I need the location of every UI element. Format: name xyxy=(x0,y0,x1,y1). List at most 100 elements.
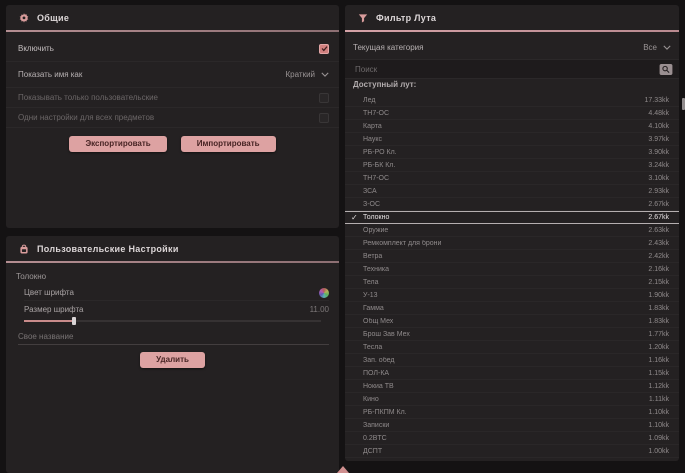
font-size-slider[interactable] xyxy=(24,317,321,325)
show-name-label: Показать имя как xyxy=(18,70,286,79)
loot-item-name: Тела xyxy=(363,279,648,286)
check-icon xyxy=(321,45,328,52)
backpack-icon xyxy=(18,243,30,255)
loot-row[interactable]: Техника2.16kk xyxy=(345,263,679,276)
loot-item-name: ТН7-ОС xyxy=(363,175,648,182)
loot-row[interactable]: Общ Мех1.83kk xyxy=(345,315,679,328)
slider-handle[interactable] xyxy=(72,317,76,325)
loot-item-name: Ветра xyxy=(363,253,648,260)
loot-item-value: 3.90kk xyxy=(648,149,669,156)
loot-row[interactable]: Ветра2.42kk xyxy=(345,250,679,263)
loot-row[interactable]: Лед17.33kk xyxy=(345,94,679,107)
loot-row[interactable]: Тела2.15kk xyxy=(345,276,679,289)
panel-custom-settings: Пользовательские Настройки Толокно Цвет … xyxy=(6,236,339,473)
setting-row-same-settings: Одни настройки для всех предметов xyxy=(6,108,339,128)
loot-item-name: ДСПТ xyxy=(363,448,648,455)
loot-row[interactable]: Оружие2.63kk xyxy=(345,224,679,237)
loot-row[interactable]: ТН7-ОС4.48kk xyxy=(345,107,679,120)
loot-row[interactable]: Кино1.11kk xyxy=(345,393,679,406)
loot-row[interactable]: У-131.90kk xyxy=(345,289,679,302)
loot-item-name: РБ-БК Кл. xyxy=(363,162,648,169)
loot-item-name: Наукс xyxy=(363,136,648,143)
loot-item-value: 1.83kk xyxy=(648,318,669,325)
loot-item-name: Техника xyxy=(363,266,648,273)
category-dropdown[interactable]: Все xyxy=(643,43,671,52)
loot-row[interactable]: Гамма1.83kk xyxy=(345,302,679,315)
loot-item-value: 2.16kk xyxy=(648,266,669,273)
loot-item-name: Толокно xyxy=(363,214,648,221)
slider-fill xyxy=(24,320,72,322)
loot-item-name: ТН7-ОС xyxy=(363,110,648,117)
delete-button[interactable]: Удалить xyxy=(140,352,205,368)
setting-row-only-custom: Показывать только пользовательские xyxy=(6,88,339,108)
loot-item-value: 17.33kk xyxy=(644,97,669,104)
only-custom-checkbox[interactable] xyxy=(319,93,329,103)
loot-item-name: РБ-ПКПМ Кл. xyxy=(363,409,648,416)
loot-item-value: 1.12kk xyxy=(648,383,669,390)
category-value: Все xyxy=(643,43,657,52)
loot-row[interactable]: Наукс3.97kk xyxy=(345,133,679,146)
loot-item-name: Брош Зав Мех xyxy=(363,331,648,338)
loot-row[interactable]: Нокиа ТВ1.12kk xyxy=(345,380,679,393)
category-label: Текущая категория xyxy=(353,43,643,52)
loot-row[interactable]: РБ-БК Кл.3.24kk xyxy=(345,159,679,172)
enable-checkbox[interactable] xyxy=(319,44,329,54)
loot-item-value: 1.83kk xyxy=(648,305,669,312)
loot-row[interactable]: Зап. обед1.16kk xyxy=(345,354,679,367)
loot-item-name: Нокиа ТВ xyxy=(363,383,648,390)
loot-item-name: РБ-РО Кл. xyxy=(363,149,648,156)
loot-item-value: 3.97kk xyxy=(648,136,669,143)
chevron-down-icon xyxy=(321,72,329,77)
loot-item-name: Записки xyxy=(363,422,648,429)
panel-general-header: Общие xyxy=(6,5,339,30)
import-button[interactable]: Импортировать xyxy=(181,136,276,152)
setting-row-show-name: Показать имя как Краткий xyxy=(6,62,339,88)
loot-row[interactable]: Тесла1.20kk xyxy=(345,341,679,354)
search-icon[interactable] xyxy=(659,64,673,75)
loot-row[interactable]: РБ-ПКПМ Кл.1.10kk xyxy=(345,406,679,419)
loot-item-value: 2.42kk xyxy=(648,253,669,260)
loot-row[interactable]: 0.2BTC1.09kk xyxy=(345,432,679,445)
chevron-down-icon xyxy=(663,45,671,50)
loot-row[interactable]: РБ-РО Кл.3.90kk xyxy=(345,146,679,159)
loot-item-value: 1.11kk xyxy=(649,396,669,403)
same-settings-checkbox[interactable] xyxy=(319,113,329,123)
panel-custom-title: Пользовательские Настройки xyxy=(37,244,179,254)
loot-item-name: Кино xyxy=(363,396,649,403)
loot-item-value: 1.10kk xyxy=(648,409,669,416)
show-name-dropdown[interactable]: Краткий xyxy=(286,70,329,79)
custom-name-input[interactable] xyxy=(18,329,329,345)
loot-item-name: Гамма xyxy=(363,305,648,312)
loot-row[interactable]: ДСПТ1.00kk xyxy=(345,445,679,458)
loot-item-value: 1.10kk xyxy=(648,422,669,429)
panel-general: Общие Включить Показать имя как Краткий … xyxy=(6,5,339,228)
loot-item-name: ЗСА xyxy=(363,188,648,195)
loot-row[interactable]: Брош Зав Мех1.77kk xyxy=(345,328,679,341)
loot-row[interactable]: Записки1.10kk xyxy=(345,419,679,432)
loot-row[interactable]: ✓Толокно2.67kk xyxy=(345,211,679,224)
font-size-value: 11.00 xyxy=(310,305,329,314)
divider xyxy=(345,30,679,32)
funnel-icon xyxy=(357,12,369,24)
loot-row[interactable]: ПОЛ-КА1.15kk xyxy=(345,367,679,380)
loot-row[interactable]: Карта4.10kk xyxy=(345,120,679,133)
loot-row[interactable]: Ремкомплект для брони2.43kk xyxy=(345,237,679,250)
font-color-label: Цвет шрифта xyxy=(24,288,319,297)
loot-row[interactable]: З-ОС2.67kk xyxy=(345,198,679,211)
scroll-up-arrow-icon[interactable] xyxy=(337,466,349,473)
export-button[interactable]: Экспортировать xyxy=(69,136,166,152)
loot-row[interactable]: ЗСА2.93kk xyxy=(345,185,679,198)
category-row: Текущая категория Все xyxy=(345,35,679,60)
search-input[interactable] xyxy=(355,65,659,74)
loot-item-value: 4.48kk xyxy=(648,110,669,117)
color-wheel-icon[interactable] xyxy=(319,288,329,298)
only-custom-label: Показывать только пользовательские xyxy=(18,93,319,102)
loot-item-name: Оружие xyxy=(363,227,648,234)
loot-item-value: 2.67kk xyxy=(648,214,669,221)
loot-item-value: 1.20kk xyxy=(648,344,669,351)
loot-row[interactable]: ТН7-ОС3.10kk xyxy=(345,172,679,185)
search-box xyxy=(345,60,679,79)
loot-item-name: 0.2BTC xyxy=(363,435,648,442)
loot-item-value: 3.24kk xyxy=(648,162,669,169)
loot-item-value: 1.90kk xyxy=(648,292,669,299)
